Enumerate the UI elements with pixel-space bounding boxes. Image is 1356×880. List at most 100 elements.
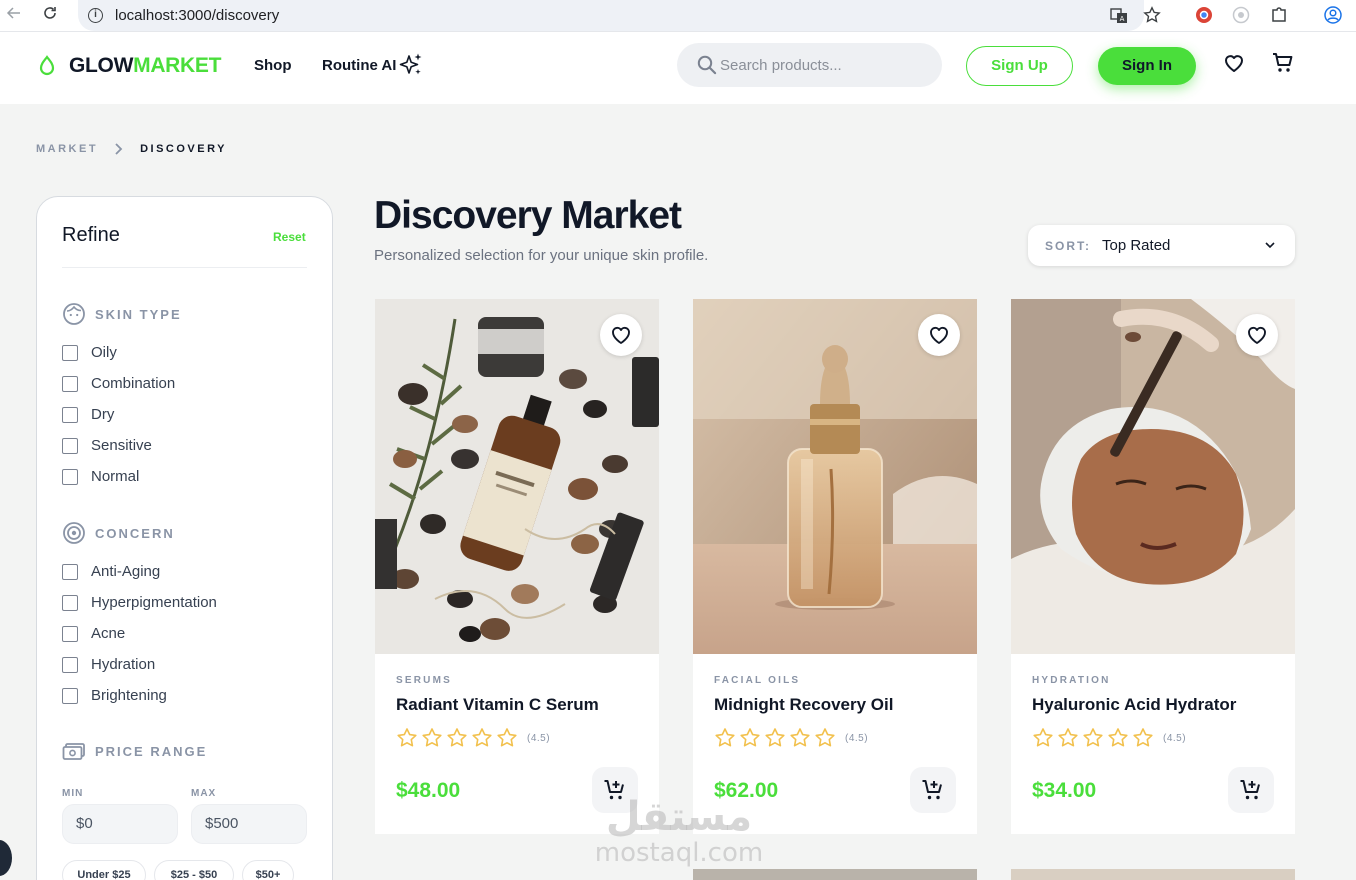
concern-option-brightening[interactable]: Brightening: [62, 687, 167, 704]
product-name[interactable]: Midnight Recovery Oil: [714, 695, 893, 715]
star-icon: [422, 728, 442, 747]
price-min-input[interactable]: $0: [62, 804, 178, 844]
product-card[interactable]: SERUMS Radiant Vitamin C Serum (4.5) $48…: [375, 299, 659, 834]
address-bar[interactable]: i localhost:3000/discovery A: [78, 0, 1161, 31]
chevron-right-icon: [115, 143, 123, 155]
extension-chrome-icon[interactable]: [1195, 6, 1213, 24]
skin-type-option-oily[interactable]: Oily: [62, 344, 117, 361]
wishlist-button[interactable]: [1236, 314, 1278, 356]
star-bookmark-icon[interactable]: [1143, 6, 1161, 24]
nav-routine-ai-link[interactable]: Routine AI: [322, 57, 396, 74]
price-range-heading: PRICE RANGE: [62, 739, 207, 763]
star-icon: [1133, 728, 1153, 747]
chevron-down-icon: [1265, 242, 1275, 249]
star-icon: [472, 728, 492, 747]
logo-text: GLOWMARKET: [69, 54, 222, 77]
product-card-peek[interactable]: [693, 869, 977, 880]
search-input[interactable]: [720, 51, 920, 79]
rating-value: (4.5): [845, 732, 869, 744]
heart-icon: [612, 326, 630, 344]
product-category: FACIAL OILS: [714, 675, 801, 686]
product-category: SERUMS: [396, 675, 452, 686]
checkbox[interactable]: [62, 375, 78, 392]
checkbox[interactable]: [62, 687, 78, 704]
star-icon: [1083, 728, 1103, 747]
wishlist-button[interactable]: [600, 314, 642, 356]
puzzle-extension-icon[interactable]: [1270, 6, 1288, 24]
product-card[interactable]: HYDRATION Hyaluronic Acid Hydrator (4.5)…: [1011, 299, 1295, 834]
product-name[interactable]: Radiant Vitamin C Serum: [396, 695, 599, 715]
concern-option-hydration[interactable]: Hydration: [62, 656, 155, 673]
price-chip-50-plus[interactable]: $50+: [242, 860, 294, 880]
money-icon: [62, 743, 85, 760]
checkbox[interactable]: [62, 437, 78, 454]
sort-value: Top Rated: [1102, 237, 1171, 254]
star-icon: [447, 728, 467, 747]
product-name[interactable]: Hyaluronic Acid Hydrator: [1032, 695, 1236, 715]
nav-shop-link[interactable]: Shop: [254, 57, 292, 74]
target-icon: [63, 522, 85, 544]
reload-icon[interactable]: [40, 5, 60, 25]
add-to-cart-icon: [1240, 780, 1260, 800]
checkbox[interactable]: [62, 625, 78, 642]
translate-icon[interactable]: A: [1110, 7, 1128, 25]
add-to-cart-button[interactable]: [910, 767, 956, 813]
profile-icon[interactable]: [1324, 6, 1342, 24]
star-icon: [397, 728, 417, 747]
logo[interactable]: GLOWMARKET: [36, 52, 221, 80]
search-icon: [697, 55, 717, 75]
star-icon: [715, 728, 735, 747]
sign-in-button[interactable]: Sign In: [1098, 47, 1196, 85]
price-max-input[interactable]: $500: [191, 804, 307, 844]
skin-type-option-normal[interactable]: Normal: [62, 468, 139, 485]
reset-filters-button[interactable]: Reset: [273, 230, 306, 244]
product-rating: (4.5): [1032, 727, 1186, 749]
extension-round-icon[interactable]: [1232, 6, 1250, 24]
checkbox[interactable]: [62, 344, 78, 361]
page-title: Discovery Market: [374, 194, 682, 237]
checkbox[interactable]: [62, 468, 78, 485]
sparkle-icon: [399, 53, 422, 75]
face-icon: [63, 303, 85, 325]
sidebar-divider: [62, 267, 307, 268]
rating-value: (4.5): [1163, 732, 1187, 744]
cart-icon[interactable]: [1271, 51, 1295, 75]
product-card-peek[interactable]: [1011, 869, 1295, 880]
star-icon: [765, 728, 785, 747]
star-icon: [815, 728, 835, 747]
concern-option-hyperpigmentation[interactable]: Hyperpigmentation: [62, 594, 217, 611]
star-icon: [1058, 728, 1078, 747]
concern-option-acne[interactable]: Acne: [62, 625, 125, 642]
skin-type-option-dry[interactable]: Dry: [62, 406, 114, 423]
concern-option-anti-aging[interactable]: Anti-Aging: [62, 563, 160, 580]
heart-icon[interactable]: [1222, 51, 1246, 75]
concern-heading: CONCERN: [62, 521, 175, 545]
checkbox[interactable]: [62, 594, 78, 611]
url-text: localhost:3000/discovery: [115, 7, 280, 24]
skin-type-option-sensitive[interactable]: Sensitive: [62, 437, 152, 454]
star-icon: [497, 728, 517, 747]
add-to-cart-button[interactable]: [1228, 767, 1274, 813]
checkbox[interactable]: [62, 656, 78, 673]
star-icon: [1108, 728, 1128, 747]
checkbox[interactable]: [62, 406, 78, 423]
star-icon: [1033, 728, 1053, 747]
back-arrow-icon[interactable]: [4, 5, 24, 25]
checkbox[interactable]: [62, 563, 78, 580]
price-chip-25-50[interactable]: $25 - $50: [154, 860, 234, 880]
sort-dropdown[interactable]: SORT: Top Rated: [1028, 225, 1295, 266]
site-header: GLOWMARKET Shop Routine AI Sign Up Sign …: [0, 32, 1356, 104]
search-bar[interactable]: [677, 43, 942, 87]
product-price: $48.00: [396, 779, 461, 802]
info-icon[interactable]: i: [88, 8, 103, 23]
skin-type-heading: SKIN TYPE: [62, 302, 182, 326]
product-card[interactable]: FACIAL OILS Midnight Recovery Oil (4.5) …: [693, 299, 977, 834]
price-chip-under-25[interactable]: Under $25: [62, 860, 146, 880]
wishlist-button[interactable]: [918, 314, 960, 356]
floating-widget[interactable]: [0, 840, 12, 876]
skin-type-option-combination[interactable]: Combination: [62, 375, 175, 392]
svg-text:A: A: [1120, 15, 1125, 23]
breadcrumb-market-link[interactable]: MARKET: [36, 143, 98, 155]
sign-up-button[interactable]: Sign Up: [966, 46, 1073, 86]
price-min-label: MIN: [62, 788, 84, 799]
